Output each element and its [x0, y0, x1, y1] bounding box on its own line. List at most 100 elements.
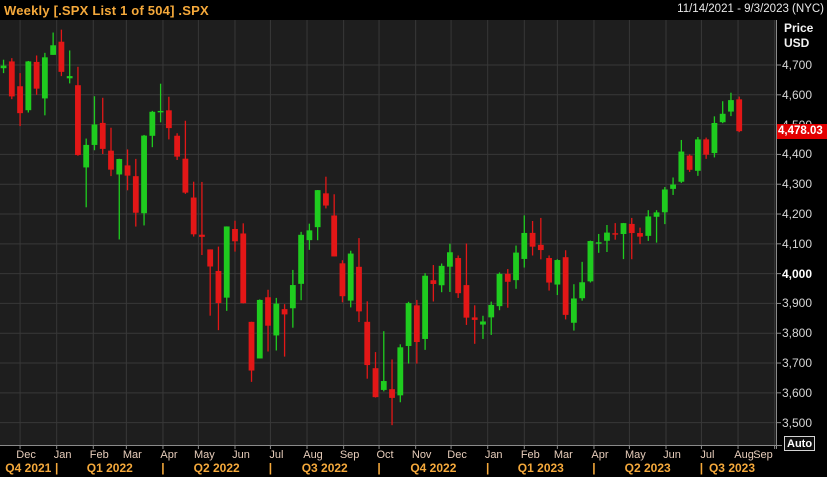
candle-body: [504, 273, 511, 282]
candle-body: [447, 252, 453, 267]
candle-body: [83, 144, 90, 168]
month-label: Jun: [663, 449, 681, 461]
candle-body: [190, 197, 197, 235]
price-tick-label: 3,900: [782, 296, 813, 311]
candle: [25, 60, 32, 113]
chart-window: Weekly [.SPX List 1 of 504] .SPX 11/14/2…: [0, 0, 827, 477]
month-label: Mar: [122, 449, 142, 461]
candle: [562, 250, 569, 320]
candle-body: [273, 303, 280, 336]
month-label: Aug: [734, 449, 754, 461]
candle-body: [430, 280, 437, 284]
quarter-label: Q1 2022: [86, 461, 133, 475]
month-label: Apr: [160, 449, 178, 461]
candle: [347, 250, 354, 308]
candle: [686, 154, 693, 172]
candle-body: [736, 99, 743, 132]
candle-body: [405, 303, 412, 346]
month-label: Sep: [339, 449, 360, 461]
quarter-label: Q3 2023: [708, 461, 756, 475]
candle: [694, 136, 701, 176]
price-tick-label: 4,300: [782, 177, 813, 192]
candle-body: [463, 285, 470, 318]
candle-body: [612, 233, 619, 235]
month-label: Sep: [753, 449, 773, 461]
candle-body: [75, 85, 81, 156]
candle-body: [628, 223, 635, 234]
candle-body: [215, 270, 222, 304]
candle-body: [306, 230, 313, 241]
candle-body: [356, 266, 362, 312]
month-label: Feb: [520, 449, 540, 461]
quarter-separator: |: [592, 461, 596, 475]
candle-body: [496, 273, 503, 307]
candle: [422, 273, 429, 350]
candle-body: [149, 111, 156, 136]
auto-scale-button[interactable]: Auto: [784, 436, 816, 451]
candle-body: [50, 45, 57, 55]
quarter-label: Q3 2022: [301, 461, 348, 475]
candle-body: [314, 190, 321, 228]
quarter-label: Q4 2021: [5, 461, 52, 475]
candlestick-chart[interactable]: [0, 0, 827, 477]
candle: [587, 240, 594, 283]
month-label: Dec: [16, 449, 36, 461]
candle-body: [728, 100, 734, 112]
candle-body: [165, 110, 172, 129]
gridlines: [0, 20, 777, 445]
month-label: Oct: [376, 449, 394, 461]
candle: [174, 133, 181, 160]
quarter-label: Q4 2022: [410, 461, 457, 475]
quarter-separator: |: [486, 461, 490, 475]
month-label: Jul: [700, 449, 715, 461]
candle-body: [240, 233, 247, 304]
candle-body: [124, 165, 131, 176]
candle-body: [413, 305, 420, 343]
candle: [397, 344, 404, 403]
candle-body: [199, 234, 205, 237]
candle: [141, 134, 147, 226]
price-tick-label: 3,800: [782, 326, 813, 341]
quarter-separator: |: [161, 461, 165, 475]
candle-body: [579, 282, 586, 299]
candle-body: [686, 155, 693, 170]
month-label: Aug: [303, 449, 323, 461]
quarter-label: Q2 2023: [624, 461, 671, 475]
candle-body: [703, 139, 710, 155]
candle-body: [645, 216, 652, 236]
candle-body: [8, 61, 15, 97]
month-label: Jan: [484, 449, 503, 461]
candle-body: [513, 252, 519, 281]
candle-body: [223, 226, 230, 298]
price-tick-label: 4,200: [782, 207, 813, 222]
candle-body: [529, 232, 536, 247]
candle: [256, 299, 263, 359]
last-price-badge: 4,478.03: [777, 123, 827, 139]
candle-body: [719, 113, 726, 123]
candle-body: [248, 321, 255, 371]
plot-background: [0, 20, 777, 445]
candle-body: [678, 151, 685, 182]
quarter-label: Q1 2023: [517, 461, 564, 475]
candle-body: [546, 258, 552, 283]
price-tick-label: 4,000: [782, 266, 813, 281]
candle-body: [25, 61, 32, 111]
candle-body: [653, 212, 660, 217]
candle-body: [331, 215, 338, 257]
candle-body: [289, 285, 296, 309]
candle-body: [694, 139, 701, 171]
candle-body: [661, 189, 668, 213]
candle-body: [281, 309, 288, 315]
price-tick-label: 4,100: [782, 236, 813, 251]
candle: [496, 272, 503, 311]
month-label: Jul: [269, 449, 284, 461]
candle: [8, 58, 15, 100]
candle-body: [58, 41, 65, 72]
candle-body: [91, 124, 98, 145]
month-label: Jun: [232, 449, 250, 461]
month-label: Feb: [89, 449, 109, 461]
candle-body: [207, 249, 214, 267]
candle-body: [422, 275, 429, 339]
candle-body: [637, 233, 643, 237]
candle-body: [298, 234, 305, 284]
